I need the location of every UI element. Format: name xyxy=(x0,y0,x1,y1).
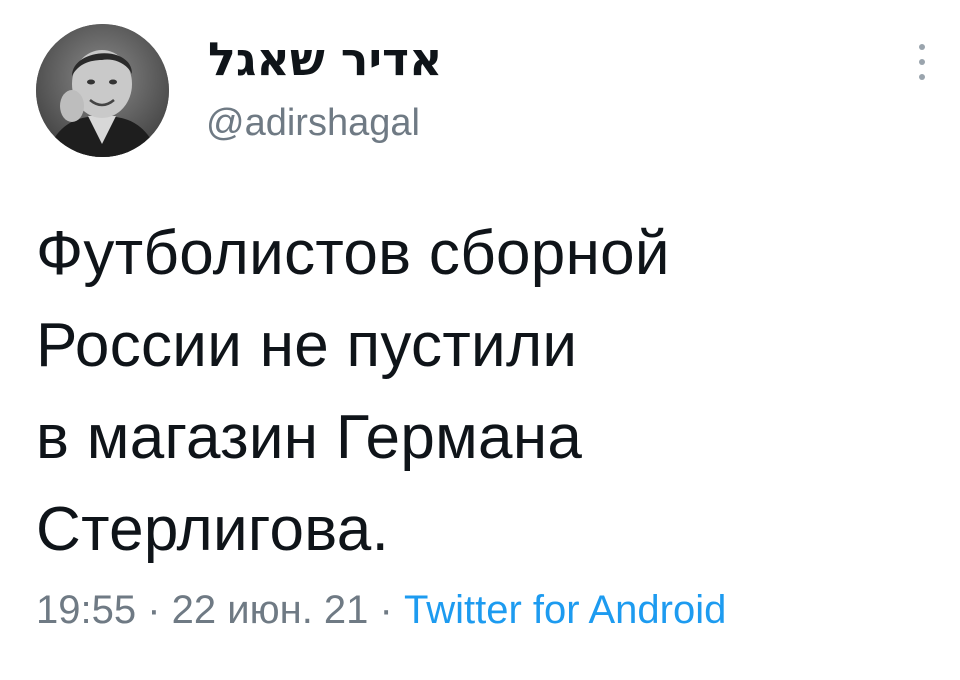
tweet-card: אדיר שאגל @adirshagal Футболистов сборно… xyxy=(0,0,960,680)
tweet-source-link[interactable]: Twitter for Android xyxy=(404,588,726,632)
avatar[interactable] xyxy=(36,24,169,157)
author-display-name[interactable]: אדיר שאגל xyxy=(208,36,443,82)
more-options-icon[interactable] xyxy=(906,40,938,84)
meta-separator: · xyxy=(368,588,404,632)
meta-separator: · xyxy=(136,588,172,632)
tweet-date[interactable]: 22 июн. 21 xyxy=(172,588,369,632)
tweet-meta: 19:55 · 22 июн. 21 · Twitter for Android xyxy=(36,590,726,630)
avatar-photo-icon xyxy=(36,24,169,157)
author-handle[interactable]: @adirshagal xyxy=(206,104,420,142)
tweet-time[interactable]: 19:55 xyxy=(36,588,136,632)
tweet-text: Футболистов сборной России не пустили в … xyxy=(36,219,670,564)
